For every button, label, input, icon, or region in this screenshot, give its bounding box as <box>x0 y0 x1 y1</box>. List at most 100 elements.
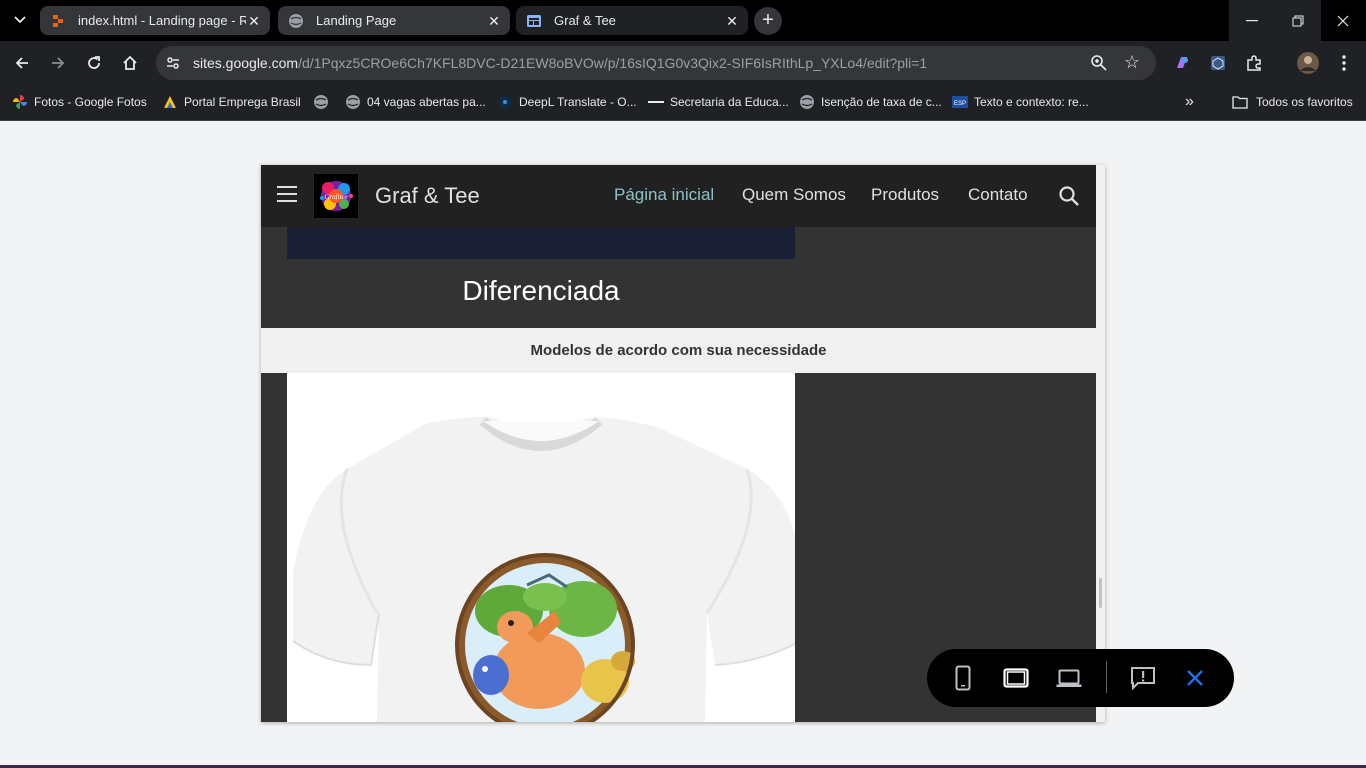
close-tab-icon[interactable]: ✕ <box>486 13 502 29</box>
bookmark-item[interactable]: Secretaria da Educa... <box>648 92 789 112</box>
globe-icon <box>346 95 360 109</box>
tab-search-button[interactable] <box>6 8 34 32</box>
close-icon <box>1337 15 1349 26</box>
bookmark-item[interactable] <box>313 92 335 112</box>
home-button[interactable] <box>116 49 144 77</box>
svg-text:ESP: ESP <box>954 101 966 107</box>
scrollbar-thumb[interactable] <box>1099 578 1102 608</box>
all-bookmarks-folder[interactable]: Todos os favoritos <box>1232 92 1353 112</box>
zoom-icon[interactable] <box>1090 54 1108 72</box>
laptop-preview-button[interactable] <box>1054 663 1084 693</box>
deepl-icon <box>499 95 511 109</box>
minimize-button[interactable] <box>1229 0 1275 41</box>
tablet-preview-icon <box>1003 668 1029 688</box>
phone-preview-icon <box>955 665 971 691</box>
bookmark-label: Todos os favoritos <box>1256 95 1353 109</box>
tab-title: Graf & Tee <box>554 13 616 28</box>
section-subheading: Modelos de acordo com sua necessidade <box>530 342 827 359</box>
site-title[interactable]: Graf & Tee <box>375 183 480 209</box>
tab-graf-tee[interactable]: Graf & Tee ✕ <box>516 6 748 35</box>
extensions-puzzle-icon[interactable] <box>1244 53 1264 73</box>
close-preview-button[interactable] <box>1180 663 1210 693</box>
new-tab-button[interactable]: + <box>754 7 782 35</box>
sites-preview-canvas: Grafitee Graf & Tee Página inicial Quem … <box>0 121 1366 768</box>
folder-icon <box>1232 96 1248 109</box>
globe-icon <box>314 95 328 109</box>
forward-button[interactable] <box>44 49 72 77</box>
globe-icon <box>800 95 814 109</box>
restore-icon <box>1292 15 1304 26</box>
nav-pagina-inicial[interactable]: Página inicial <box>614 185 714 205</box>
google-photos-icon <box>13 95 27 109</box>
tab-strip: index.html - Landing page - Replit ✕ Lan… <box>0 0 1366 41</box>
globe-icon <box>288 13 304 29</box>
extension-cube-icon[interactable] <box>1208 53 1228 73</box>
menu-kebab-icon[interactable] <box>1334 53 1354 73</box>
close-tab-icon[interactable]: ✕ <box>246 13 262 29</box>
feedback-icon <box>1131 667 1155 690</box>
banner-image <box>287 227 795 259</box>
bookmark-label: Secretaria da Educa... <box>670 95 789 109</box>
tab-replit[interactable]: index.html - Landing page - Replit ✕ <box>40 6 270 35</box>
reload-icon <box>88 56 100 69</box>
feedback-button[interactable] <box>1128 663 1158 693</box>
arrow-right-icon <box>52 57 65 69</box>
tab-title: Landing Page <box>316 13 397 28</box>
bookmark-item[interactable]: 04 vagas abertas pa... <box>345 92 486 112</box>
chevron-down-icon <box>14 16 26 24</box>
google-sites-icon <box>526 13 542 29</box>
bookmark-label: DeepL Translate - O... <box>519 95 637 109</box>
arrow-left-icon <box>15 57 28 69</box>
tshirt-product-image <box>287 373 795 722</box>
restore-button[interactable] <box>1275 0 1321 41</box>
preview-device-toolbar <box>927 649 1234 707</box>
minimize-icon <box>1246 19 1258 21</box>
bookmark-item[interactable]: DeepL Translate - O... <box>497 92 637 112</box>
heading-section: Diferenciada <box>261 227 1096 328</box>
bookmark-label: Portal Emprega Brasil <box>184 95 301 109</box>
home-icon <box>123 55 137 70</box>
tablet-preview-button[interactable] <box>1001 663 1031 693</box>
bookmark-item[interactable]: Isenção de taxa de c... <box>799 92 942 112</box>
bookmarks-bar: Fotos - Google Fotos Portal Emprega Bras… <box>0 85 1366 121</box>
extension-copilot-icon[interactable] <box>1172 53 1192 73</box>
reload-button[interactable] <box>80 49 108 77</box>
hamburger-menu-icon[interactable] <box>277 186 297 206</box>
section-heading: Diferenciada <box>462 275 620 306</box>
profile-avatar[interactable] <box>1297 52 1319 74</box>
preview-scrollbar[interactable] <box>1096 165 1105 722</box>
nav-contato[interactable]: Contato <box>968 185 1028 205</box>
dash-icon <box>648 101 664 103</box>
tab-title: index.html - Landing page - Replit <box>78 13 246 28</box>
site-header: Grafitee Graf & Tee Página inicial Quem … <box>261 165 1096 227</box>
toolbar-divider <box>1106 661 1107 693</box>
close-icon <box>1187 670 1203 686</box>
search-icon[interactable] <box>1058 185 1080 207</box>
bookmark-label: Isenção de taxa de c... <box>821 95 942 109</box>
site-info-icon[interactable] <box>164 54 182 72</box>
phone-preview-button[interactable] <box>948 663 978 693</box>
tab-landing-page[interactable]: Landing Page ✕ <box>278 6 510 35</box>
bookmark-item[interactable]: ESP Texto e contexto: re... <box>952 92 1089 112</box>
subheading-section: Modelos de acordo com sua necessidade <box>261 328 1096 373</box>
laptop-preview-icon <box>1056 669 1082 687</box>
bookmark-label: Fotos - Google Fotos <box>34 95 147 109</box>
bookmark-item[interactable]: Fotos - Google Fotos <box>12 92 147 112</box>
bookmark-star-icon[interactable]: ☆ <box>1122 52 1142 72</box>
url-text: sites.google.com/d/1Pqxz5CROe6Ch7KFL8DVC… <box>193 55 928 71</box>
address-bar[interactable]: sites.google.com/d/1Pqxz5CROe6Ch7KFL8DVC… <box>156 46 1156 80</box>
more-bookmarks-button[interactable]: » <box>1185 92 1194 112</box>
bookmark-label: Texto e contexto: re... <box>974 95 1089 109</box>
svg-text:Grafitee: Grafitee <box>324 193 347 201</box>
esp-icon: ESP <box>952 96 968 108</box>
replit-icon <box>50 13 66 29</box>
back-button[interactable] <box>8 49 36 77</box>
site-logo[interactable]: Grafitee <box>314 174 358 218</box>
browser-toolbar: sites.google.com/d/1Pqxz5CROe6Ch7KFL8DVC… <box>0 41 1366 85</box>
nav-quem-somos[interactable]: Quem Somos <box>742 185 846 205</box>
bookmark-item[interactable]: Portal Emprega Brasil <box>162 92 301 112</box>
close-window-button[interactable] <box>1320 0 1366 41</box>
nav-produtos[interactable]: Produtos <box>871 185 939 205</box>
close-tab-icon[interactable]: ✕ <box>724 13 740 29</box>
emprega-brasil-icon <box>164 96 176 108</box>
